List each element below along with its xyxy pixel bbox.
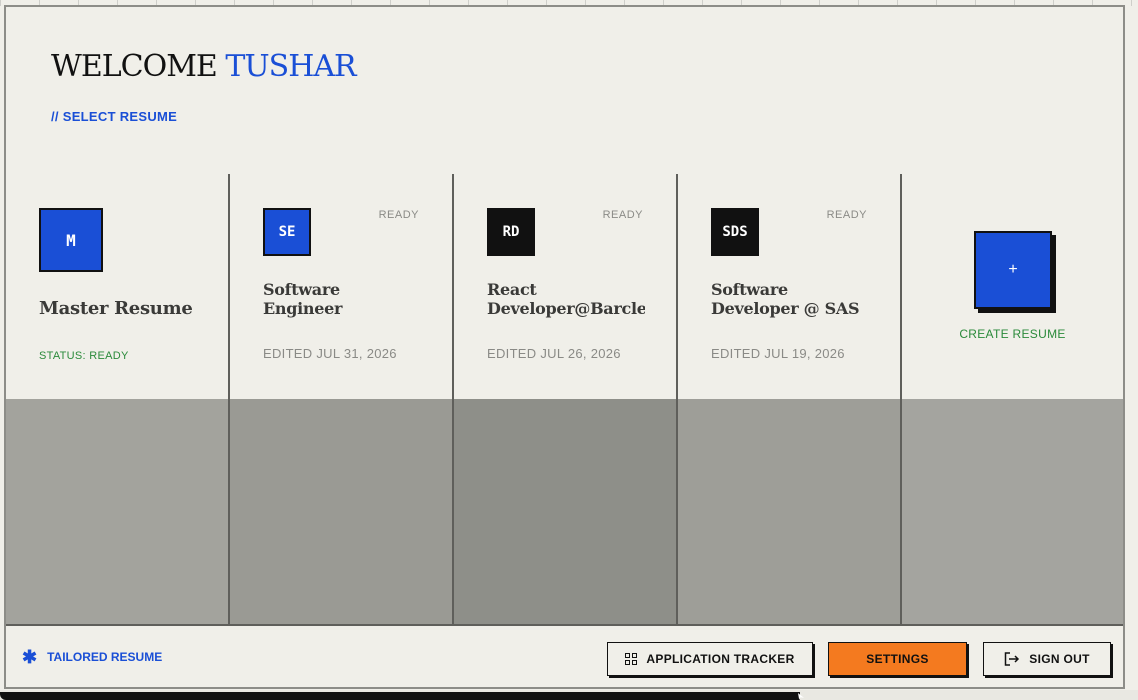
settings-label: SETTINGS (866, 652, 929, 666)
resume-preview-empty (902, 399, 1123, 624)
resume-card-software-developer[interactable]: SDS READY Software Developer @ SAS EDITE… (678, 174, 902, 399)
resume-preview-react-developer[interactable] (454, 399, 678, 624)
status-badge: READY (378, 209, 419, 221)
sign-out-icon (1005, 652, 1020, 666)
status-badge: READY (826, 209, 867, 221)
resume-avatar: SDS (711, 208, 759, 256)
tailored-resume-link[interactable]: ✱ TAILORED RESUME (22, 647, 163, 667)
resume-preview-master[interactable] (6, 399, 230, 624)
resume-card-master[interactable]: M Master Resume STATUS: READY (6, 174, 230, 399)
asterisk-icon: ✱ (22, 647, 38, 667)
resume-avatar: SE (263, 208, 311, 256)
resume-card-react-developer[interactable]: RD READY React Developer@Barcleys EDITED… (454, 174, 678, 399)
resume-avatar: M (39, 208, 103, 272)
footer: ✱ TAILORED RESUME APPLICATION TRACKER SE… (6, 626, 1123, 687)
resume-card-software-engineer[interactable]: SE READY Software Engineer EDITED JUL 31… (230, 174, 454, 399)
create-resume-card: + CREATE RESUME (902, 174, 1123, 399)
welcome-text: WELCOME (51, 49, 218, 84)
section-label: // SELECT RESUME (51, 109, 178, 124)
resume-title: React Developer@Barcleys (487, 280, 645, 318)
resume-title: Software Engineer (263, 280, 343, 318)
edited-date: EDITED JUL 31, 2026 (263, 346, 397, 361)
page-title: WELCOME TUSHAR (51, 49, 357, 84)
header: WELCOME TUSHAR // SELECT RESUME (6, 7, 1123, 176)
resume-title: Software Developer @ SAS (711, 280, 860, 318)
grid-icon (625, 653, 638, 665)
application-tracker-button[interactable]: APPLICATION TRACKER (607, 642, 813, 676)
application-tracker-label: APPLICATION TRACKER (646, 652, 795, 666)
resume-avatar: RD (487, 208, 535, 256)
resume-card-row: M Master Resume STATUS: READY SE READY S… (6, 174, 1123, 401)
create-resume-label[interactable]: CREATE RESUME (902, 327, 1123, 341)
resume-preview-software-engineer[interactable] (230, 399, 454, 624)
plus-icon: + (1008, 261, 1018, 278)
sign-out-label: SIGN OUT (1029, 652, 1090, 666)
sign-out-button[interactable]: SIGN OUT (983, 642, 1111, 676)
status-text: STATUS: READY (39, 350, 129, 362)
status-badge: READY (602, 209, 643, 221)
app-window: WELCOME TUSHAR // SELECT RESUME M Master… (4, 5, 1125, 689)
edited-date: EDITED JUL 26, 2026 (487, 346, 621, 361)
resume-preview-software-developer[interactable] (678, 399, 902, 624)
tailored-resume-label: TAILORED RESUME (47, 650, 163, 664)
user-name: TUSHAR (225, 49, 356, 84)
edited-date: EDITED JUL 19, 2026 (711, 346, 845, 361)
resume-title: Master Resume (39, 298, 193, 319)
resume-preview-row (6, 399, 1123, 626)
bottom-bar-decoration (0, 692, 800, 700)
settings-button[interactable]: SETTINGS (828, 642, 967, 676)
create-resume-button[interactable]: + (974, 231, 1052, 309)
